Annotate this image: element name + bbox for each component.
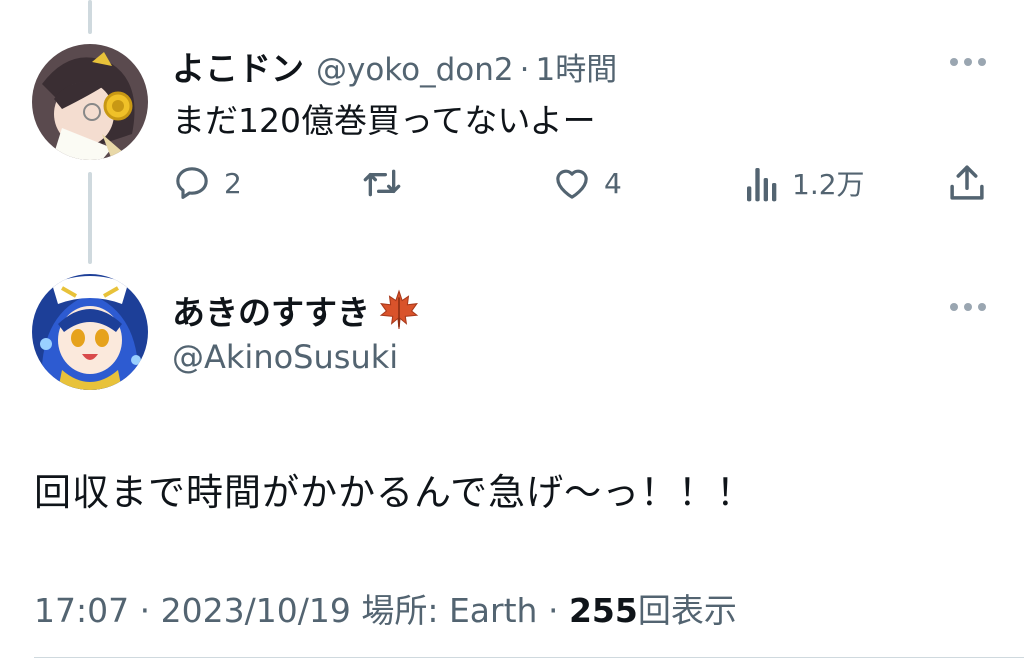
reply-display-name[interactable]: よこドン bbox=[172, 42, 304, 90]
avatar-akino-susuki[interactable] bbox=[32, 274, 148, 390]
reply-text: まだ120億巻買ってないよー bbox=[172, 101, 596, 140]
dot-icon bbox=[964, 303, 972, 311]
reply-button[interactable]: 2 bbox=[172, 163, 242, 203]
like-count: 4 bbox=[604, 166, 622, 200]
thread-line-top bbox=[88, 0, 92, 34]
location-label: 場所: bbox=[361, 591, 439, 630]
tweet-date[interactable]: 2023/10/19 bbox=[161, 591, 351, 630]
footer-separator: · bbox=[547, 591, 559, 630]
main-tweet-header: あきのすすき 🍁 bbox=[172, 286, 420, 334]
retweet-icon bbox=[363, 169, 401, 197]
reply-handle[interactable]: @yoko_don2 bbox=[316, 52, 514, 88]
heart-icon bbox=[556, 169, 588, 199]
like-button[interactable]: 4 bbox=[552, 163, 622, 203]
reply-count: 2 bbox=[224, 166, 242, 200]
tweet-footer: 17:07 · 2023/10/19 場所: Earth · 255回表示 bbox=[34, 584, 737, 632]
dot-icon bbox=[950, 58, 958, 66]
tweet-views-count: 255 bbox=[568, 591, 638, 630]
divider bbox=[34, 657, 1024, 658]
views-button[interactable]: 1.2万 bbox=[744, 163, 865, 203]
main-handle[interactable]: @AkinoSusuki bbox=[172, 338, 398, 376]
dot-icon bbox=[950, 303, 958, 311]
reply-timestamp[interactable]: 1時間 bbox=[536, 44, 618, 89]
tweet-views-label: 回表示 bbox=[637, 591, 737, 630]
footer-separator: · bbox=[139, 591, 151, 630]
maple-leaf-icon bbox=[379, 289, 419, 329]
views-count: 1.2万 bbox=[792, 168, 865, 201]
reply-header: よこドン @yoko_don2 · 1時間 bbox=[172, 42, 617, 90]
dot-icon bbox=[978, 303, 986, 311]
dot-icon bbox=[978, 58, 986, 66]
tweet-time[interactable]: 17:07 bbox=[34, 591, 129, 630]
main-tweet-text: 回収まで時間がかかるんで急げ〜っ！！！ bbox=[34, 471, 755, 514]
thread-line-middle bbox=[88, 172, 92, 264]
speech-bubble-icon bbox=[176, 167, 208, 199]
dot-icon bbox=[964, 58, 972, 66]
location-value: Earth bbox=[448, 591, 538, 630]
analytics-bars-icon bbox=[747, 168, 777, 202]
reply-more-button[interactable] bbox=[950, 58, 986, 66]
avatar-yoko-don[interactable] bbox=[32, 44, 148, 160]
main-display-name[interactable]: あきのすすき bbox=[172, 286, 370, 334]
share-upload-icon bbox=[950, 165, 984, 200]
retweet-button[interactable] bbox=[360, 163, 416, 203]
share-button[interactable] bbox=[946, 163, 988, 203]
reply-separator: · bbox=[519, 52, 530, 88]
main-more-button[interactable] bbox=[950, 303, 986, 311]
